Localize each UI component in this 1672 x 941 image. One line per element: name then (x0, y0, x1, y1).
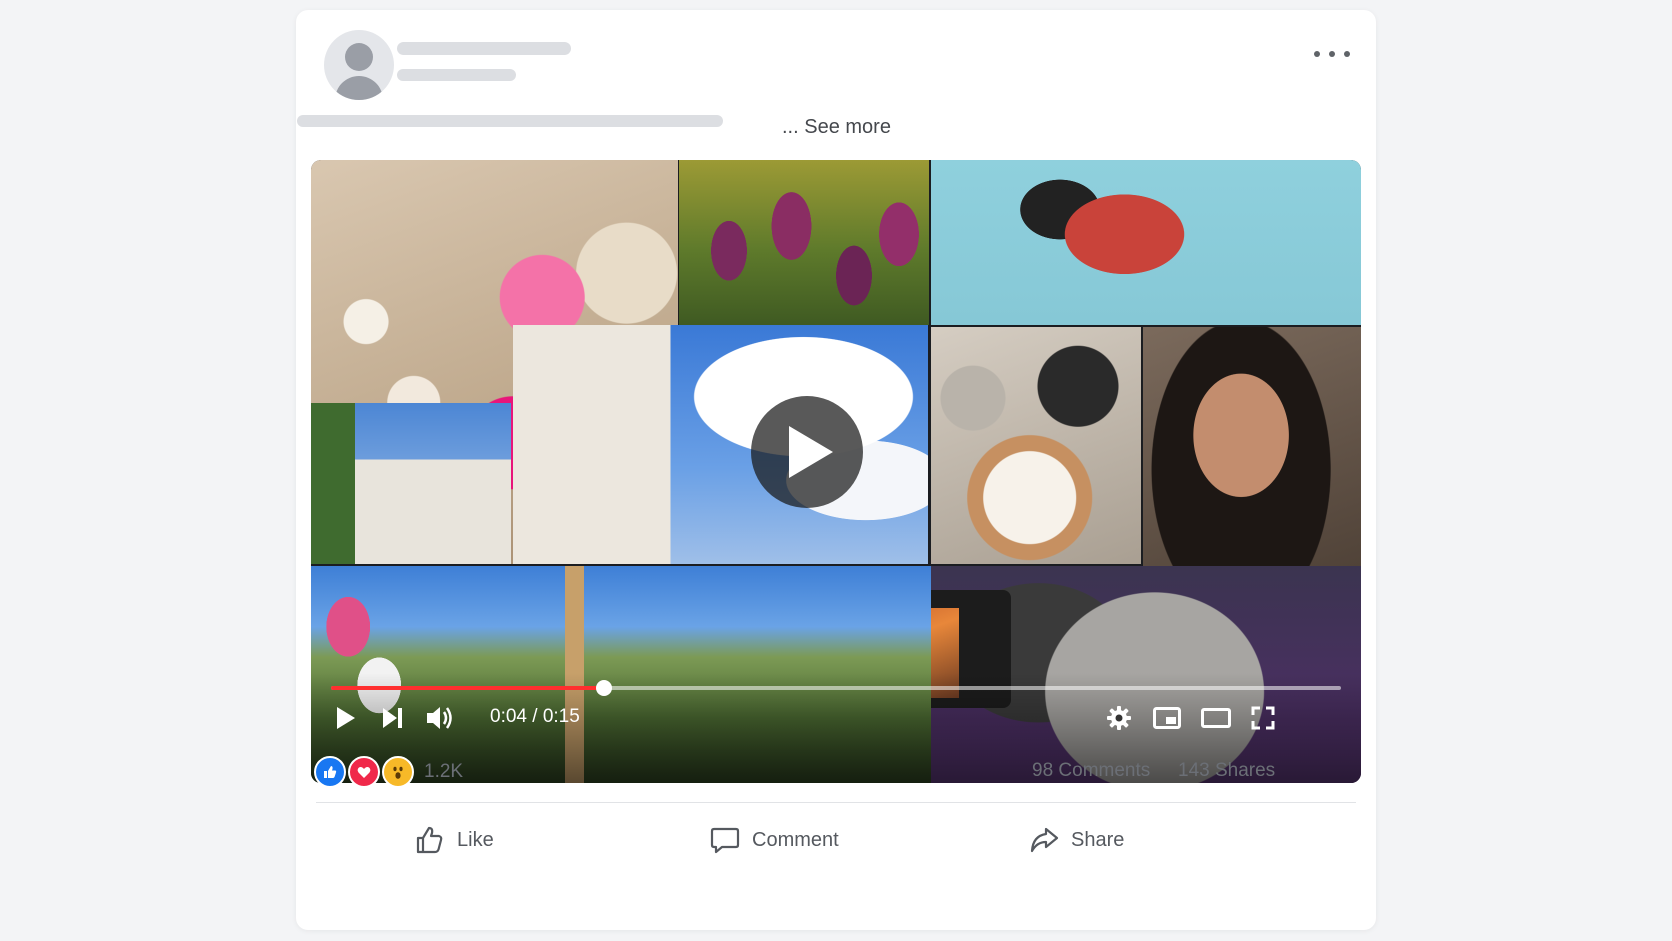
reactions-summary[interactable]: 1.2K (314, 755, 463, 789)
collage-tile-building (513, 325, 928, 564)
fullscreen-button[interactable] (1251, 706, 1275, 735)
time-display: 0:04 / 0:15 (490, 706, 580, 727)
thumbs-up-icon (416, 826, 443, 854)
avatar[interactable] (324, 30, 394, 100)
author-name-placeholder (397, 42, 571, 55)
collage-tile-tulips (679, 160, 929, 325)
progress-fill (331, 686, 604, 690)
share-label: Share (1071, 828, 1125, 851)
miniplayer-button[interactable] (1153, 707, 1181, 734)
comment-button[interactable]: Comment (710, 818, 839, 862)
reactions-count: 1.2K (424, 761, 464, 782)
more-options-button[interactable] (1314, 44, 1350, 64)
play-icon (337, 707, 355, 729)
next-icon (383, 708, 402, 728)
like-button[interactable]: Like (415, 818, 494, 862)
settings-icon (1107, 706, 1131, 730)
post-text-placeholder (297, 115, 723, 127)
avatar-body (335, 76, 383, 100)
collage-tile-dancer (931, 160, 1361, 325)
volume-icon (427, 707, 452, 729)
like-label: Like (457, 828, 494, 851)
see-more-link[interactable]: ... See more (782, 116, 891, 139)
love-reaction-icon (348, 756, 380, 788)
comment-label: Comment (752, 828, 839, 851)
timestamp-placeholder (397, 69, 516, 81)
settings-button[interactable] (1106, 705, 1132, 736)
miniplayer-icon (1153, 707, 1181, 729)
play-icon (789, 426, 833, 478)
progress-knob[interactable] (595, 680, 612, 696)
fullscreen-icon (1251, 706, 1275, 730)
theater-mode-button[interactable] (1201, 707, 1231, 734)
volume-button[interactable] (425, 704, 455, 737)
comments-count-link[interactable]: 98 Comments (1032, 760, 1150, 782)
video-player[interactable]: 0:04 / 0:15 (311, 160, 1361, 783)
avatar-head (345, 43, 373, 71)
collage-tile-building-small (311, 403, 511, 564)
divider (316, 802, 1356, 803)
shares-count-link[interactable]: 143 Shares (1178, 760, 1275, 782)
collage-tile-coffee-camera (931, 327, 1141, 564)
progress-bar[interactable] (331, 680, 1341, 696)
post-card: ... See more 0:04 / 0:15 1.2K 98 Comment… (296, 10, 1376, 930)
like-reaction-icon (314, 756, 346, 788)
next-button[interactable] (381, 706, 405, 735)
share-icon (1030, 827, 1059, 853)
center-play-button[interactable] (751, 396, 863, 508)
wow-reaction-icon (382, 756, 414, 788)
share-button[interactable]: Share (1029, 818, 1124, 862)
more-icon (1314, 51, 1320, 57)
comment-icon (710, 827, 740, 854)
theater-icon (1201, 708, 1231, 728)
play-button[interactable] (335, 706, 357, 735)
